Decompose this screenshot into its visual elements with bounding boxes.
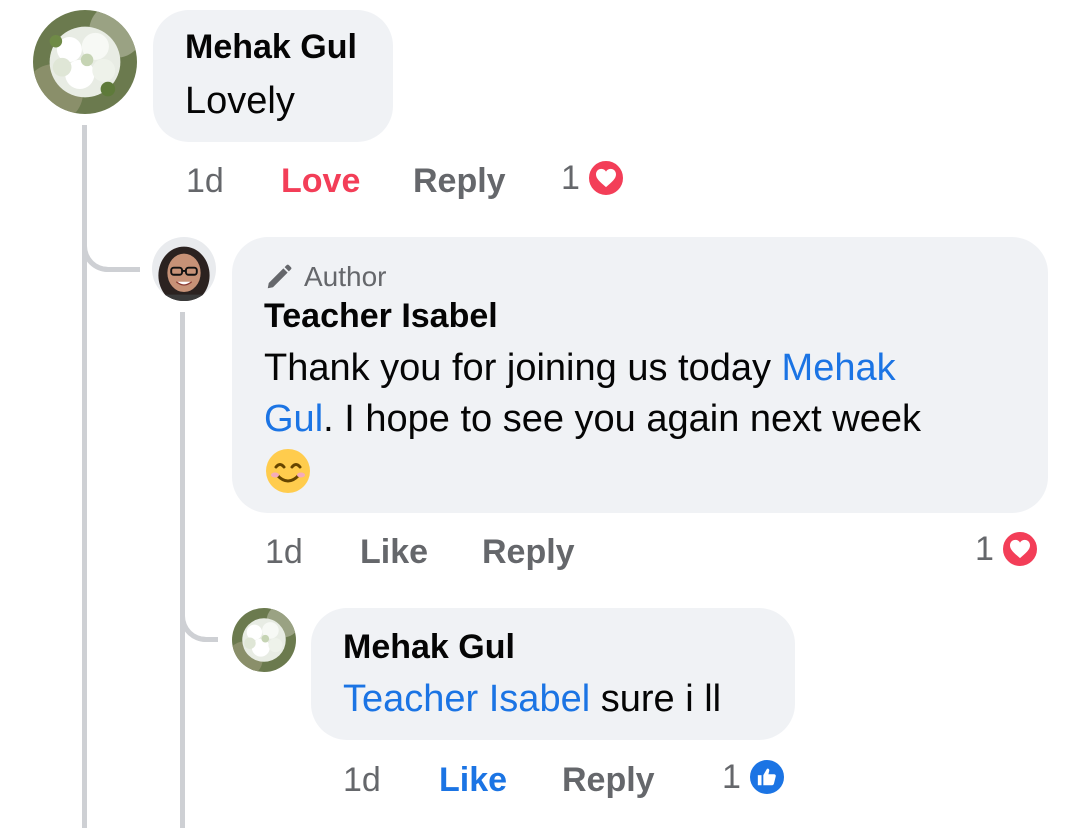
author-badge-label: Author bbox=[304, 261, 387, 292]
comment-author[interactable]: Mehak Gul bbox=[343, 628, 515, 667]
comment-text-suffix: . I hope to see you again next week bbox=[323, 398, 921, 440]
mention-link[interactable]: Mehak bbox=[782, 347, 896, 389]
comment-timestamp[interactable]: 1d bbox=[265, 533, 303, 572]
comment-text: Lovely bbox=[185, 80, 295, 122]
author-badge: Author bbox=[264, 261, 387, 293]
heart-icon bbox=[999, 529, 1040, 569]
comment-author[interactable]: Teacher Isabel bbox=[264, 297, 498, 336]
comment-bubble[interactable]: Mehak Gul Teacher Isabel sure i ll bbox=[311, 608, 795, 740]
pencil-icon bbox=[267, 264, 292, 289]
reply-button[interactable]: Reply bbox=[562, 761, 655, 800]
comment-timestamp[interactable]: 1d bbox=[343, 761, 381, 800]
avatar[interactable] bbox=[33, 10, 137, 114]
reaction-count[interactable]: 1 bbox=[561, 158, 626, 198]
avatar[interactable] bbox=[152, 237, 216, 301]
comment-author[interactable]: Mehak Gul bbox=[185, 28, 357, 67]
comment-text-prefix: Thank you for joining us today bbox=[264, 347, 771, 389]
comment-text-suffix: sure i ll bbox=[590, 678, 722, 720]
love-button[interactable]: Love bbox=[281, 162, 360, 201]
reply-button[interactable]: Reply bbox=[413, 162, 506, 201]
comment-thread: Mehak Gul Lovely 1d Love Reply 1 Author … bbox=[0, 0, 1080, 828]
comment-text: Teacher Isabel sure i ll bbox=[343, 674, 721, 725]
comment-text-line-2: Gul. I hope to see you again next week bbox=[264, 394, 921, 445]
avatar[interactable] bbox=[232, 608, 296, 672]
woman-glasses-avatar-icon bbox=[152, 237, 216, 301]
reaction-count[interactable]: 1 bbox=[975, 529, 1040, 569]
comment-text: Thank you for joining us today Mehak bbox=[264, 343, 896, 394]
thread-connector-curve-2 bbox=[180, 585, 215, 642]
flower-bouquet-avatar-icon bbox=[232, 608, 296, 672]
like-button[interactable]: Like bbox=[360, 533, 428, 572]
comment-bubble[interactable]: Mehak Gul Lovely bbox=[153, 10, 393, 142]
reply-button[interactable]: Reply bbox=[482, 533, 575, 572]
heart-icon bbox=[585, 158, 626, 198]
comment-bubble[interactable]: Author Teacher Isabel Thank you for join… bbox=[232, 237, 1048, 513]
reaction-count-number: 1 bbox=[722, 757, 741, 796]
flower-bouquet-avatar-icon bbox=[33, 10, 137, 114]
comment-timestamp[interactable]: 1d bbox=[186, 162, 224, 201]
smile-emoji-icon bbox=[266, 449, 310, 493]
thread-connector-curve-1 bbox=[82, 215, 117, 272]
reaction-count-number: 1 bbox=[975, 529, 994, 568]
thread-line-reply bbox=[180, 312, 185, 828]
like-button[interactable]: Like bbox=[439, 761, 507, 800]
thumbs-up-icon bbox=[746, 757, 787, 797]
mention-link[interactable]: Gul bbox=[264, 398, 323, 440]
smiling-face-emoji bbox=[264, 447, 312, 509]
reaction-count[interactable]: 1 bbox=[722, 757, 787, 797]
reaction-count-number: 1 bbox=[561, 158, 580, 197]
mention-link[interactable]: Teacher Isabel bbox=[343, 678, 590, 720]
